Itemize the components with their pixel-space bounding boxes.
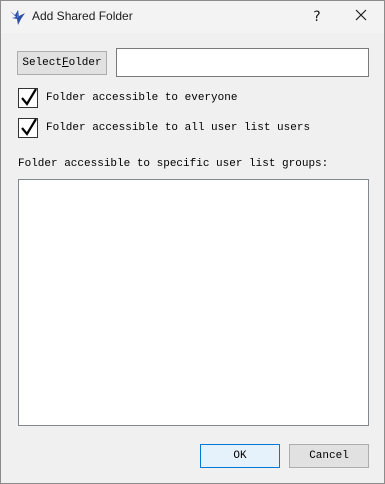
- everyone-access-label: Folder accessible to everyone: [46, 92, 238, 104]
- title-bar: Add Shared Folder ?: [1, 1, 384, 33]
- groups-label: Folder accessible to specific user list …: [18, 158, 329, 170]
- user-groups-list[interactable]: [18, 179, 369, 426]
- all-users-access-label: Folder accessible to all user list users: [46, 122, 311, 134]
- ok-button[interactable]: OK: [200, 444, 280, 468]
- checkmark-icon: [21, 118, 37, 136]
- cancel-button[interactable]: Cancel: [289, 444, 369, 468]
- checkmark-icon: [21, 88, 37, 106]
- window-title: Add Shared Folder: [32, 9, 133, 23]
- folder-path-input[interactable]: [116, 48, 369, 77]
- everyone-access-option[interactable]: Folder accessible to everyone: [18, 88, 237, 108]
- select-folder-button[interactable]: Select Folder: [17, 51, 107, 75]
- close-icon: [355, 8, 367, 26]
- add-shared-folder-dialog: Add Shared Folder ? Select Folder Folder…: [0, 0, 385, 484]
- select-folder-label-suffix: older: [68, 57, 102, 69]
- help-button[interactable]: ?: [303, 1, 331, 33]
- select-folder-label-prefix: Select: [22, 57, 62, 69]
- close-button[interactable]: [346, 1, 376, 33]
- all-users-access-option[interactable]: Folder accessible to all user list users: [18, 118, 310, 138]
- all-users-access-checkbox[interactable]: [18, 118, 38, 138]
- everyone-access-checkbox[interactable]: [18, 88, 38, 108]
- bird-logo-icon: [9, 8, 27, 26]
- select-folder-mnemonic: F: [61, 57, 69, 69]
